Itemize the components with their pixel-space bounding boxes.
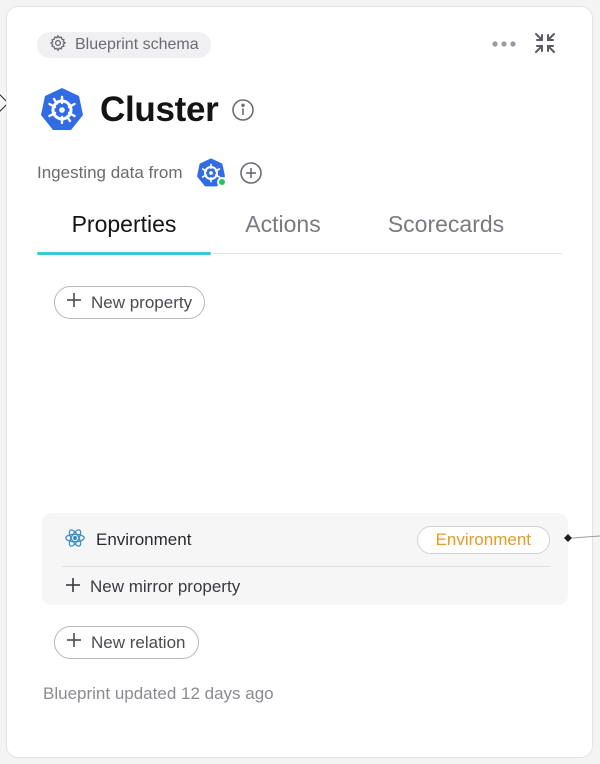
ingest-label: Ingesting data from [37,163,183,182]
blueprint-schema-badge[interactable]: Blueprint schema [37,32,211,58]
plus-icon [65,631,83,654]
new-property-button[interactable]: New property [54,286,206,319]
collapse-button[interactable] [532,32,558,58]
relation-mirror-panel: Environment Environment New mirror prope… [42,513,568,605]
kubernetes-icon [38,86,86,134]
data-source-kubernetes[interactable] [195,157,227,189]
collapse-icon [533,31,557,60]
blueprint-schema-label: Blueprint schema [75,36,199,53]
more-options-button[interactable] [490,34,518,54]
blueprint-title: Cluster [100,90,219,129]
more-icon [491,35,517,53]
new-relation-label: New relation [91,632,186,652]
relation-connector [564,534,600,542]
divider [62,566,550,567]
relation-target-tag[interactable]: Environment [416,526,550,554]
atom-icon [64,527,86,554]
info-icon[interactable] [231,98,255,122]
blueprint-tabs: Properties Actions Scorecards [37,196,562,255]
ingest-row: Ingesting data from [37,158,263,188]
relation-name: Environment [96,530,192,549]
tab-actions[interactable]: Actions [211,196,355,252]
active-tab-indicator [37,252,211,255]
new-mirror-property-label: New mirror property [90,577,241,596]
gear-icon [49,34,67,57]
plus-circle-icon [239,162,263,189]
new-relation-button[interactable]: New relation [54,626,199,659]
plus-icon [64,576,82,599]
tab-scorecards[interactable]: Scorecards [355,196,537,252]
tab-properties-label: Properties [71,210,177,237]
new-property-label: New property [91,292,193,312]
source-status-dot [216,177,227,187]
plus-icon [65,291,83,314]
tab-actions-label: Actions [245,210,321,237]
tab-scorecards-label: Scorecards [387,210,505,237]
relation-row[interactable]: Environment Environment [64,525,550,555]
add-data-source-button[interactable] [239,161,263,185]
new-mirror-property-button[interactable]: New mirror property [64,573,240,601]
blueprint-updated-text: Blueprint updated 12 days ago [43,684,274,703]
blueprint-title-row: Cluster [38,86,255,134]
tab-properties[interactable]: Properties [37,196,211,252]
